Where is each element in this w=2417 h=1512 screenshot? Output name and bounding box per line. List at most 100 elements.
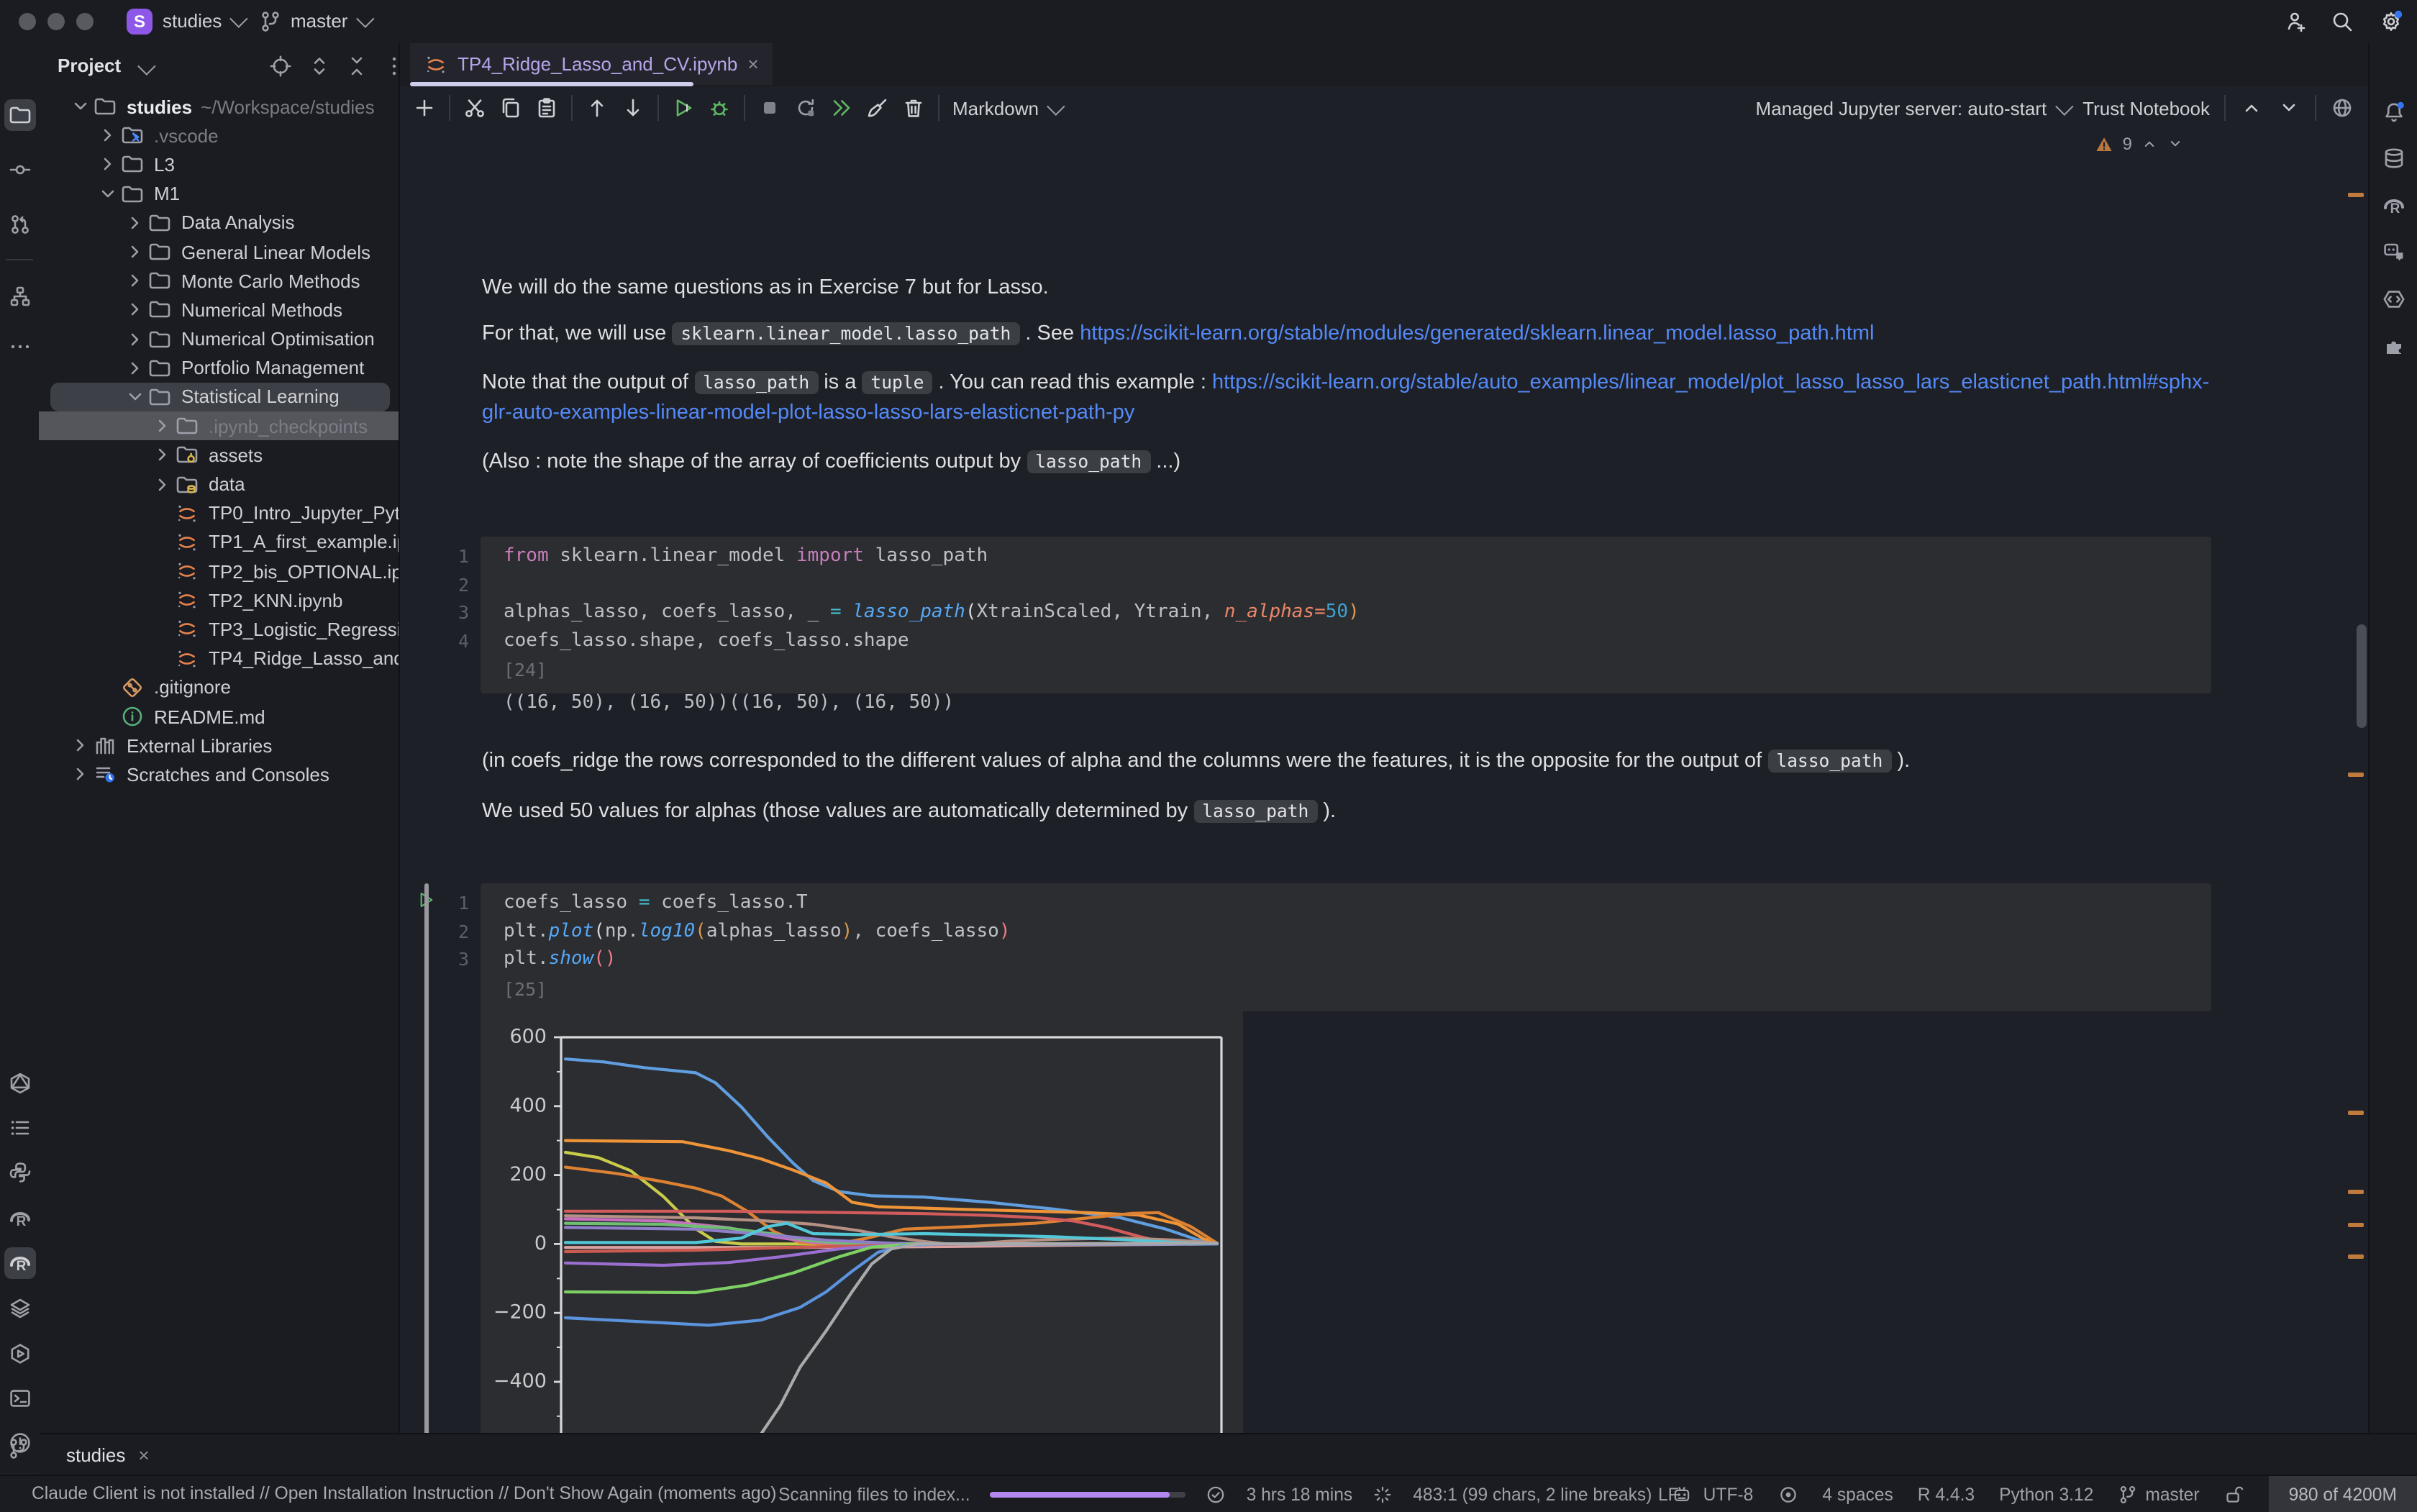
project-panel-title[interactable]: Project [58,55,121,76]
inspection-widget[interactable]: 9 [2095,134,2184,154]
markdown-cell[interactable]: (Also : note the shape of the array of c… [482,447,1180,478]
chevron-right-icon[interactable] [69,734,94,757]
pull-requests-tool-button[interactable] [4,209,35,240]
lock-open-icon[interactable] [2224,1484,2244,1504]
tab-close-icon[interactable]: × [747,53,758,75]
chevron-right-icon[interactable] [151,473,176,496]
chevron-right-icon[interactable] [124,299,148,322]
chevron-down-icon[interactable] [96,182,121,205]
error-stripe-mark[interactable] [2348,1190,2364,1194]
tree-row[interactable]: .ipynb_checkpoints [39,411,399,440]
structure-tool-button[interactable] [4,281,35,312]
caret-position[interactable]: 483:1 (99 chars, 2 line breaks) [1413,1484,1652,1504]
tab-tp4-ridge-lasso[interactable]: TP4_Ridge_Lasso_and_CV.ipynb × [410,43,773,85]
more-tool-windows-button[interactable] [4,331,35,363]
chevron-down-icon[interactable] [124,386,148,409]
panel-options-button[interactable] [383,55,400,78]
tree-row[interactable]: README.md [39,702,399,731]
copy-cell-button[interactable] [499,96,522,119]
database-tool-button[interactable] [2378,142,2410,174]
tree-row[interactable]: .vscode [39,121,399,150]
move-cell-up-button[interactable] [586,96,609,119]
time-tracker-icon[interactable] [1206,1484,1226,1504]
tree-row[interactable]: L3 [39,150,399,179]
paste-cell-button[interactable] [535,96,558,119]
time-tracker[interactable]: 3 hrs 18 mins [1247,1484,1353,1504]
code-cell[interactable]: from sklearn.linear_model import lasso_p… [481,537,2211,693]
window-controls[interactable] [19,13,105,35]
ai-assistant-tool-button[interactable] [2378,236,2410,268]
markdown-cell[interactable]: We will do the same questions as in Exer… [482,273,1049,304]
debug-cell-button[interactable] [708,96,731,119]
tree-row[interactable]: Numerical Optimisation [39,324,399,353]
r-console-tool-button[interactable]: R [4,1203,35,1234]
chevron-right-icon[interactable] [124,211,148,234]
clear-outputs-button[interactable] [866,96,889,119]
expand-all-button[interactable] [308,55,331,78]
chevron-down-icon[interactable] [69,95,94,118]
services-tool-button[interactable] [4,1338,35,1370]
hyperlink[interactable]: glr-auto-examples-linear-model-plot-lass… [482,401,1134,424]
next-cell-button[interactable] [2277,96,2300,119]
select-opened-file-button[interactable] [269,55,292,78]
delete-cell-button[interactable] [902,96,925,119]
code-with-me-tool-button[interactable] [2378,283,2410,315]
search-everywhere-button[interactable] [2331,10,2354,33]
chevron-right-icon[interactable] [124,240,148,263]
python-interpreter-indicator[interactable]: Python 3.12 [1999,1484,2093,1504]
git-tool-stripe-icon[interactable] [7,1437,30,1460]
branch-switcher[interactable]: master [291,10,369,32]
prev-cell-button[interactable] [2240,96,2263,119]
tree-row[interactable]: .gitignore [39,673,399,702]
tree-row[interactable]: TP3_Logistic_Regression_ar [39,615,399,644]
commit-tool-button[interactable] [4,154,35,186]
error-stripe-mark[interactable] [2348,193,2364,197]
tree-row[interactable]: Monte Carlo Methods [39,266,399,295]
tree-row[interactable]: TP2_bis_OPTIONAL.ipynb [39,557,399,586]
todo-tool-button[interactable] [4,1112,35,1144]
graphql-tool-button[interactable] [4,1067,35,1099]
add-cell-button[interactable] [413,96,436,119]
jupyter-server-dropdown[interactable]: Managed Jupyter server: auto-start [1756,97,2069,119]
chevron-right-icon[interactable] [151,414,176,437]
git-branch-indicator[interactable]: master [2118,1484,2199,1504]
tree-row[interactable]: Portfolio Management [39,353,399,382]
error-stripe-mark[interactable] [2348,1223,2364,1227]
tool-tab-close-icon[interactable]: × [138,1444,149,1465]
add-user-button[interactable] [2285,10,2308,33]
chevron-right-icon[interactable] [69,763,94,786]
line-ending-indicator[interactable]: LF [1658,1484,1679,1504]
error-stripe-mark[interactable] [2348,1111,2364,1115]
tree-row[interactable]: TP4_Ridge_Lasso_and_CV.ip [39,644,399,673]
run-cell-button[interactable] [672,96,695,119]
tree-row[interactable]: General Linear Models [39,237,399,266]
tree-row[interactable]: Data Analysis [39,209,399,237]
cell-type-dropdown[interactable]: Markdown [952,97,1060,119]
run-all-cells-button[interactable] [830,96,853,119]
memory-indicator[interactable]: 980 of 4200M [2269,1476,2417,1512]
r-interpreter-indicator[interactable]: R 4.4.3 [1918,1484,1975,1504]
chevron-right-icon[interactable] [124,269,148,292]
tree-row[interactable]: Statistical Learning [39,383,399,411]
tree-row[interactable]: Numerical Methods [39,296,399,324]
tree-row[interactable]: TP0_Intro_Jupyter_Python.ip [39,498,399,527]
hyperlink[interactable]: https://scikit-learn.org/stable/auto_exa… [1212,371,2209,394]
notebook-editor[interactable]: 9 We will do the same questions as in Ex… [400,129,2368,1433]
error-stripe-mark[interactable] [2348,1254,2364,1259]
status-message[interactable]: Claude Client is not installed // Open I… [32,1483,776,1503]
chevron-right-icon[interactable] [96,124,121,147]
git-tool-tab[interactable]: studies × [66,1444,150,1465]
tree-row[interactable]: data [39,470,399,498]
python-packages-tool-button[interactable] [4,1157,35,1188]
markdown-cell[interactable]: We used 50 values for alphas (those valu… [482,797,1336,827]
trust-notebook-button[interactable]: Trust Notebook [2083,97,2210,119]
tree-row[interactable]: studies~/Workspace/studies [39,92,399,121]
r-tools-tool-button-active[interactable]: R [4,1247,35,1279]
tree-row[interactable]: assets [39,441,399,470]
markdown-cell[interactable]: (in coefs_ridge the rows corresponded to… [482,747,1910,777]
editor-scrollbar-thumb[interactable] [2357,624,2367,728]
r-graphics-tool-button[interactable]: R [2378,190,2410,222]
move-cell-down-button[interactable] [622,96,645,119]
layers-tool-button[interactable] [4,1292,35,1324]
restart-kernel-button[interactable] [794,96,817,119]
